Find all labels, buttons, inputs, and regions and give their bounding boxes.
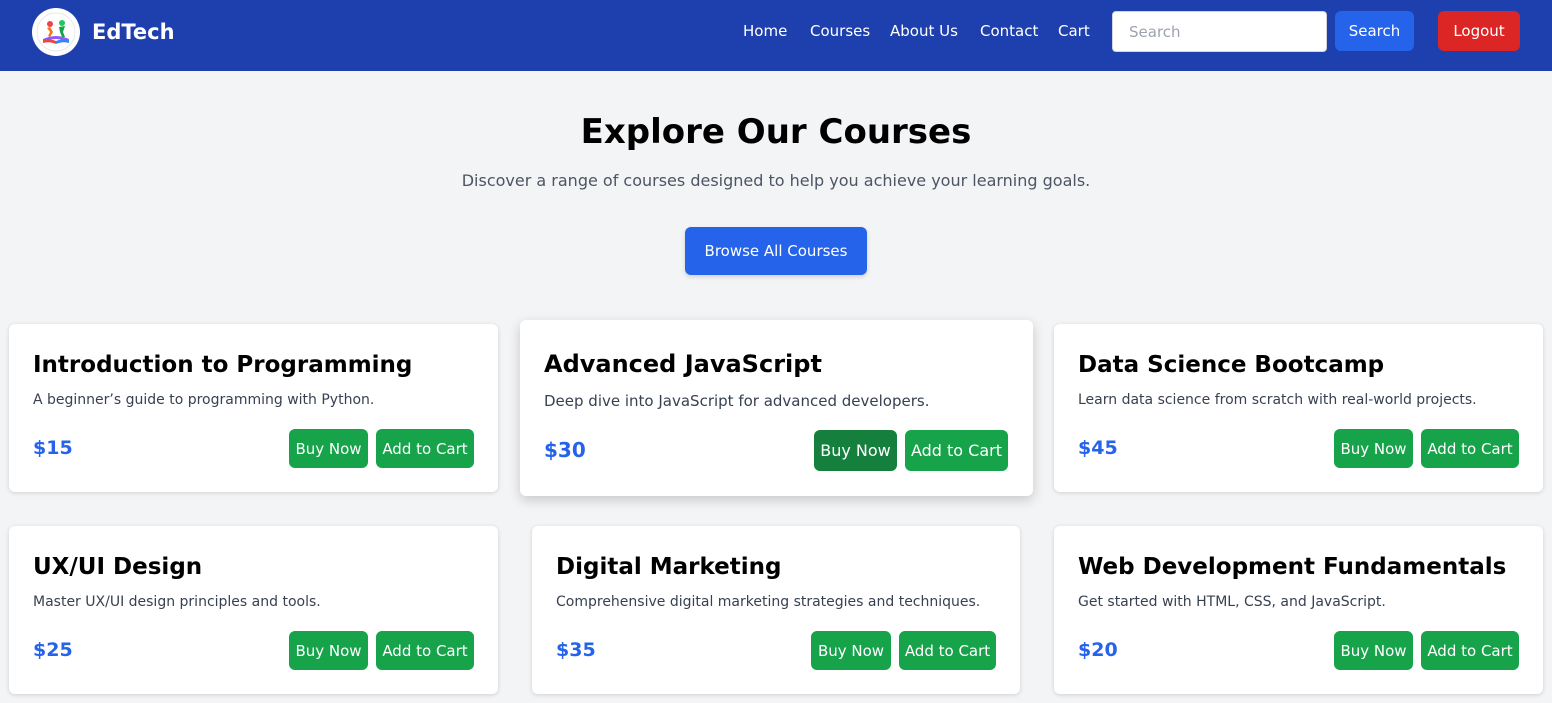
course-title: Digital Marketing <box>556 554 782 580</box>
course-title: Introduction to Programming <box>33 352 413 378</box>
course-price: $30 <box>544 438 586 462</box>
course-price: $25 <box>33 639 73 661</box>
add-to-cart-button[interactable]: Add to Cart <box>1421 631 1519 670</box>
nav-link-courses[interactable]: Courses <box>810 22 870 40</box>
navbar: EdTech Home Courses About Us Contact Car… <box>0 0 1552 71</box>
course-card: Data Science Bootcamp Learn data science… <box>1054 324 1543 492</box>
nav-link-home[interactable]: Home <box>743 22 787 40</box>
buy-now-button[interactable]: Buy Now <box>1334 631 1413 670</box>
course-title: Data Science Bootcamp <box>1078 352 1385 378</box>
buy-now-button[interactable]: Buy Now <box>811 631 891 670</box>
course-price: $20 <box>1078 639 1118 661</box>
course-description: Learn data science from scratch with rea… <box>1078 392 1477 408</box>
course-price: $45 <box>1078 437 1118 459</box>
course-card: Advanced JavaScript Deep dive into JavaS… <box>520 320 1033 496</box>
course-description: Deep dive into JavaScript for advanced d… <box>544 392 930 410</box>
course-card: Digital Marketing Comprehensive digital … <box>532 526 1020 694</box>
nav-link-contact[interactable]: Contact <box>980 22 1038 40</box>
page-title: Explore Our Courses <box>580 112 972 152</box>
add-to-cart-button[interactable]: Add to Cart <box>1421 429 1519 468</box>
page-subtitle: Discover a range of courses designed to … <box>461 171 1091 190</box>
course-description: Master UX/UI design principles and tools… <box>33 594 321 610</box>
browse-all-courses-button[interactable]: Browse All Courses <box>685 227 867 275</box>
search-input[interactable] <box>1112 11 1327 52</box>
add-to-cart-button[interactable]: Add to Cart <box>376 429 474 468</box>
add-to-cart-button[interactable]: Add to Cart <box>899 631 996 670</box>
edtech-logo-icon <box>32 8 80 56</box>
logout-button[interactable]: Logout <box>1438 11 1520 51</box>
buy-now-button[interactable]: Buy Now <box>289 631 368 670</box>
search-button[interactable]: Search <box>1335 11 1414 51</box>
course-title: Web Development Fundamentals <box>1078 554 1507 580</box>
course-description: Get started with HTML, CSS, and JavaScri… <box>1078 594 1386 610</box>
course-price: $15 <box>33 437 73 459</box>
brand[interactable]: EdTech <box>32 8 175 56</box>
buy-now-button[interactable]: Buy Now <box>1334 429 1413 468</box>
brand-name: EdTech <box>92 20 175 44</box>
course-description: Comprehensive digital marketing strategi… <box>556 594 981 610</box>
buy-now-button[interactable]: Buy Now <box>814 430 897 471</box>
nav-link-cart[interactable]: Cart <box>1058 22 1090 40</box>
course-title: UX/UI Design <box>33 554 203 580</box>
add-to-cart-button[interactable]: Add to Cart <box>905 430 1008 471</box>
course-card: Introduction to Programming A beginner’s… <box>9 324 498 492</box>
course-description: A beginner’s guide to programming with P… <box>33 392 375 408</box>
nav-link-about-us[interactable]: About Us <box>890 22 958 40</box>
course-price: $35 <box>556 639 596 661</box>
add-to-cart-button[interactable]: Add to Cart <box>376 631 474 670</box>
course-card: Web Development Fundamentals Get started… <box>1054 526 1543 694</box>
course-title: Advanced JavaScript <box>544 350 822 378</box>
buy-now-button[interactable]: Buy Now <box>289 429 368 468</box>
course-card: UX/UI Design Master UX/UI design princip… <box>9 526 498 694</box>
